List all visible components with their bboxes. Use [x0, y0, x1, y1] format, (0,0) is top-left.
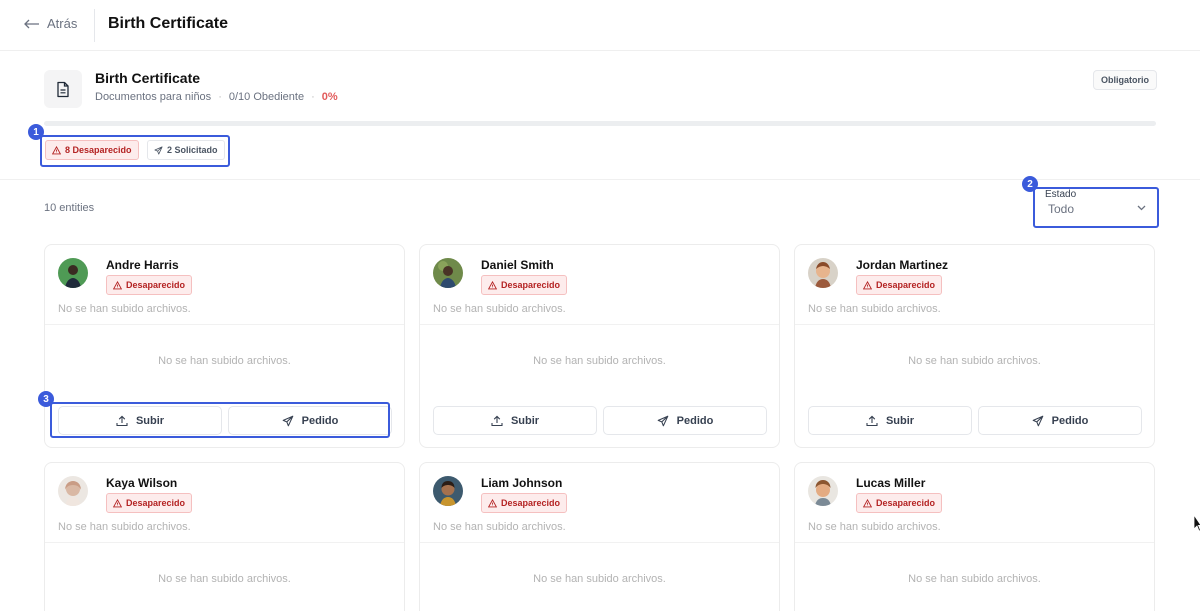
status-label: Desaparecido [876, 280, 936, 290]
divider [94, 9, 95, 42]
entity-name: Jordan Martinez [856, 258, 949, 272]
document-meta: Documentos para niños · 0/10 Obediente ·… [95, 91, 338, 103]
send-icon [657, 415, 668, 426]
upload-label: Subir [885, 414, 915, 427]
status-badge: Desaparecido [106, 493, 193, 513]
entity-card: Lucas Miller Desaparecido No se han subi… [794, 462, 1155, 611]
no-files-text: No se han subido archivos. [808, 521, 941, 533]
compliance-count: 0/10 Obediente [228, 91, 305, 103]
entity-name: Liam Johnson [481, 476, 563, 490]
entity-name: Lucas Miller [856, 476, 926, 490]
entity-name: Kaya Wilson [106, 476, 178, 490]
compliance-progress-bar [44, 121, 1156, 126]
compliance-percent: 0% [321, 91, 338, 103]
status-badge: Desaparecido [856, 493, 943, 513]
alert-triangle-icon [113, 498, 122, 507]
annotation-box-1 [40, 135, 230, 167]
entity-card: Kaya Wilson Desaparecido No se han subid… [44, 462, 405, 611]
status-badge: Desaparecido [481, 493, 568, 513]
avatar [58, 258, 88, 288]
annotation-box-3 [50, 402, 390, 438]
no-files-placeholder: No se han subido archivos. [533, 573, 666, 585]
annotation-marker-1: 1 [28, 124, 44, 140]
separator-dot: · [311, 91, 315, 103]
no-files-placeholder: No se han subido archivos. [908, 355, 1041, 367]
document-icon-box [44, 70, 82, 108]
no-files-placeholder: No se han subido archivos. [158, 573, 291, 585]
upload-button[interactable]: Subir [433, 406, 597, 435]
document-category: Documentos para niños [95, 91, 212, 103]
upload-label: Subir [510, 414, 540, 427]
no-files-placeholder: No se han subido archivos. [533, 355, 666, 367]
file-text-icon [57, 81, 69, 97]
request-label: Pedido [676, 414, 714, 427]
annotation-box-2 [1033, 187, 1159, 228]
card-divider [45, 542, 404, 543]
status-badge: Desaparecido [856, 275, 943, 295]
card-divider [795, 542, 1154, 543]
status-label: Desaparecido [501, 280, 561, 290]
no-files-text: No se han subido archivos. [433, 521, 566, 533]
entity-count: 10 entities [44, 202, 95, 214]
entity-card: Liam Johnson Desaparecido No se han subi… [419, 462, 780, 611]
card-divider [420, 324, 779, 325]
alert-triangle-icon [488, 280, 497, 289]
arrow-left-icon [24, 19, 39, 28]
top-bar: Atrás Birth Certificate [0, 0, 1200, 51]
request-label: Pedido [1051, 414, 1089, 427]
no-files-placeholder: No se han subido archivos. [908, 573, 1041, 585]
status-badge: Desaparecido [106, 275, 193, 295]
page-title: Birth Certificate [108, 15, 229, 32]
card-divider [420, 542, 779, 543]
request-button[interactable]: Pedido [603, 406, 767, 435]
avatar [808, 258, 838, 288]
annotation-marker-2: 2 [1022, 176, 1038, 192]
no-files-text: No se han subido archivos. [808, 303, 941, 315]
status-label: Desaparecido [501, 498, 561, 508]
separator-dot: · [218, 91, 222, 103]
annotation-marker-3: 3 [38, 391, 54, 407]
alert-triangle-icon [113, 280, 122, 289]
avatar [808, 476, 838, 506]
avatar [58, 476, 88, 506]
status-label: Desaparecido [876, 498, 936, 508]
entity-name: Andre Harris [106, 258, 179, 272]
no-files-text: No se han subido archivos. [58, 303, 191, 315]
mouse-cursor-icon [1193, 514, 1200, 532]
upload-icon [866, 415, 878, 426]
status-label: Desaparecido [126, 498, 186, 508]
back-button[interactable]: Atrás [24, 16, 77, 31]
required-badge: Obligatorio [1093, 70, 1157, 90]
card-divider [45, 324, 404, 325]
entity-card: Jordan Martinez Desaparecido No se han s… [794, 244, 1155, 448]
status-label: Desaparecido [126, 280, 186, 290]
no-files-text: No se han subido archivos. [433, 303, 566, 315]
alert-triangle-icon [863, 498, 872, 507]
back-label: Atrás [47, 16, 78, 31]
avatar [433, 258, 463, 288]
entity-card: Daniel Smith Desaparecido No se han subi… [419, 244, 780, 448]
request-button[interactable]: Pedido [978, 406, 1142, 435]
no-files-placeholder: No se han subido archivos. [158, 355, 291, 367]
no-files-text: No se han subido archivos. [58, 521, 191, 533]
card-divider [795, 324, 1154, 325]
avatar [433, 476, 463, 506]
alert-triangle-icon [863, 280, 872, 289]
alert-triangle-icon [488, 498, 497, 507]
entity-name: Daniel Smith [481, 258, 554, 272]
upload-icon [491, 415, 503, 426]
send-icon [1032, 415, 1043, 426]
status-badge: Desaparecido [481, 275, 568, 295]
upload-button[interactable]: Subir [808, 406, 972, 435]
document-title: Birth Certificate [95, 70, 201, 86]
